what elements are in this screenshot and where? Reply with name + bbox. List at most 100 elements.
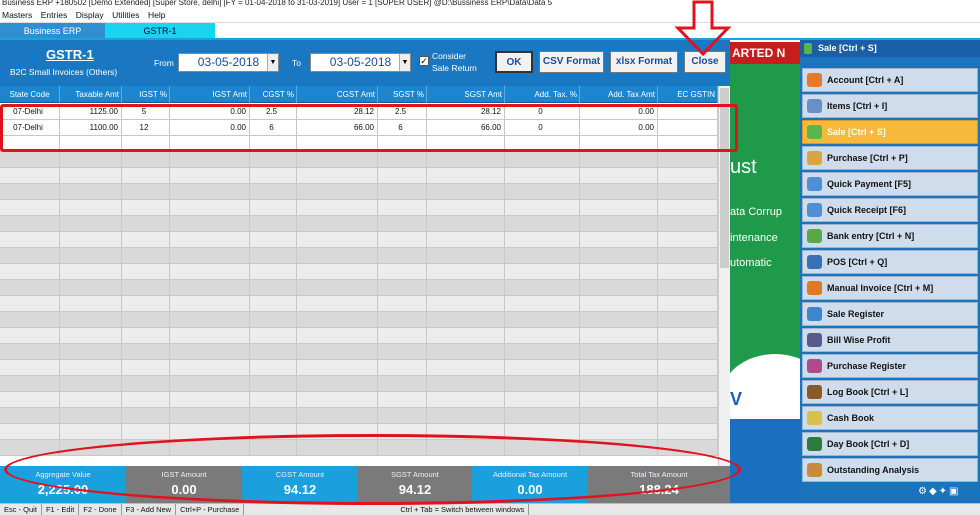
table-cell[interactable] bbox=[658, 376, 718, 392]
table-cell[interactable] bbox=[297, 248, 378, 264]
table-cell[interactable] bbox=[427, 296, 505, 312]
table-cell[interactable] bbox=[378, 200, 427, 216]
table-cell[interactable] bbox=[250, 232, 297, 248]
xlsx-format-button[interactable]: xlsx Format bbox=[610, 51, 678, 73]
table-cell[interactable] bbox=[427, 264, 505, 280]
table-cell[interactable] bbox=[580, 280, 658, 296]
empty-row[interactable] bbox=[0, 328, 718, 344]
table-cell[interactable] bbox=[122, 200, 170, 216]
empty-row[interactable] bbox=[0, 408, 718, 424]
table-cell[interactable] bbox=[427, 280, 505, 296]
table-cell[interactable] bbox=[170, 360, 250, 376]
table-cell[interactable] bbox=[580, 392, 658, 408]
table-cell[interactable] bbox=[250, 376, 297, 392]
column-header[interactable]: CGST % bbox=[250, 86, 297, 103]
sidebar-item-items[interactable]: Items [Ctrl + I] bbox=[802, 94, 978, 118]
table-cell[interactable] bbox=[658, 216, 718, 232]
table-cell[interactable] bbox=[297, 408, 378, 424]
table-cell[interactable] bbox=[580, 328, 658, 344]
table-cell[interactable] bbox=[122, 168, 170, 184]
table-cell[interactable] bbox=[250, 296, 297, 312]
table-cell[interactable] bbox=[580, 184, 658, 200]
column-header[interactable]: IGST Amt bbox=[170, 86, 250, 103]
table-cell[interactable] bbox=[658, 344, 718, 360]
table-cell[interactable] bbox=[170, 152, 250, 168]
from-date-picker[interactable]: 03-05-2018 ▼ bbox=[178, 53, 279, 72]
table-cell[interactable] bbox=[60, 200, 122, 216]
table-cell[interactable] bbox=[427, 184, 505, 200]
table-cell[interactable] bbox=[580, 264, 658, 280]
table-cell[interactable] bbox=[297, 232, 378, 248]
table-cell[interactable] bbox=[250, 408, 297, 424]
chevron-down-icon[interactable]: ▼ bbox=[399, 54, 410, 71]
table-cell[interactable] bbox=[250, 248, 297, 264]
table-cell[interactable] bbox=[250, 168, 297, 184]
menu-entries[interactable]: Entries bbox=[39, 8, 71, 20]
table-cell[interactable] bbox=[297, 392, 378, 408]
empty-row[interactable] bbox=[0, 264, 718, 280]
table-cell[interactable] bbox=[250, 280, 297, 296]
table-cell[interactable] bbox=[0, 344, 60, 360]
sidebar-item-purchase-register[interactable]: Purchase Register bbox=[802, 354, 978, 378]
menu-help[interactable]: Help bbox=[146, 8, 169, 20]
column-header[interactable]: EC GSTIN bbox=[658, 86, 718, 103]
table-cell[interactable] bbox=[297, 344, 378, 360]
table-cell[interactable] bbox=[250, 328, 297, 344]
chevron-down-icon[interactable]: ▼ bbox=[267, 54, 278, 71]
sidebar-item-sale[interactable]: Sale [Ctrl + S] bbox=[802, 120, 978, 144]
table-cell[interactable] bbox=[505, 184, 580, 200]
table-cell[interactable] bbox=[580, 296, 658, 312]
table-cell[interactable] bbox=[378, 360, 427, 376]
table-cell[interactable] bbox=[505, 248, 580, 264]
table-cell[interactable] bbox=[250, 344, 297, 360]
table-cell[interactable] bbox=[170, 200, 250, 216]
table-cell[interactable] bbox=[658, 408, 718, 424]
table-cell[interactable] bbox=[60, 344, 122, 360]
table-cell[interactable] bbox=[580, 152, 658, 168]
consider-sale-return-checkbox[interactable]: ✓ bbox=[419, 56, 429, 66]
menu-masters[interactable]: Masters bbox=[0, 8, 36, 20]
table-cell[interactable] bbox=[122, 360, 170, 376]
table-cell[interactable] bbox=[60, 280, 122, 296]
table-cell[interactable] bbox=[658, 296, 718, 312]
table-cell[interactable] bbox=[297, 168, 378, 184]
table-cell[interactable] bbox=[0, 360, 60, 376]
table-cell[interactable] bbox=[505, 344, 580, 360]
table-cell[interactable] bbox=[0, 152, 60, 168]
table-cell[interactable] bbox=[505, 152, 580, 168]
table-cell[interactable] bbox=[580, 216, 658, 232]
table-cell[interactable] bbox=[427, 408, 505, 424]
table-cell[interactable] bbox=[170, 264, 250, 280]
empty-row[interactable] bbox=[0, 344, 718, 360]
table-cell[interactable] bbox=[122, 232, 170, 248]
table-cell[interactable] bbox=[580, 200, 658, 216]
empty-row[interactable] bbox=[0, 360, 718, 376]
table-cell[interactable] bbox=[427, 216, 505, 232]
table-cell[interactable] bbox=[122, 312, 170, 328]
table-cell[interactable] bbox=[658, 168, 718, 184]
table-cell[interactable] bbox=[250, 392, 297, 408]
table-cell[interactable] bbox=[505, 376, 580, 392]
ok-button[interactable]: OK bbox=[495, 51, 533, 73]
table-cell[interactable] bbox=[170, 376, 250, 392]
table-cell[interactable] bbox=[505, 312, 580, 328]
table-cell[interactable] bbox=[122, 344, 170, 360]
table-cell[interactable] bbox=[0, 264, 60, 280]
table-cell[interactable] bbox=[60, 424, 122, 440]
table-cell[interactable] bbox=[378, 216, 427, 232]
table-cell[interactable] bbox=[250, 200, 297, 216]
table-cell[interactable] bbox=[0, 184, 60, 200]
table-cell[interactable] bbox=[122, 392, 170, 408]
table-cell[interactable] bbox=[60, 184, 122, 200]
table-cell[interactable] bbox=[0, 376, 60, 392]
table-cell[interactable] bbox=[378, 376, 427, 392]
table-cell[interactable] bbox=[297, 312, 378, 328]
column-header[interactable]: Add. Tax Amt bbox=[580, 86, 658, 103]
table-cell[interactable] bbox=[60, 392, 122, 408]
empty-row[interactable] bbox=[0, 200, 718, 216]
sidebar-item-day-book[interactable]: Day Book [Ctrl + D] bbox=[802, 432, 978, 456]
sidebar-item-manual-invoice[interactable]: Manual Invoice [Ctrl + M] bbox=[802, 276, 978, 300]
table-cell[interactable] bbox=[0, 312, 60, 328]
sidebar-item-purchase[interactable]: Purchase [Ctrl + P] bbox=[802, 146, 978, 170]
table-cell[interactable] bbox=[658, 360, 718, 376]
